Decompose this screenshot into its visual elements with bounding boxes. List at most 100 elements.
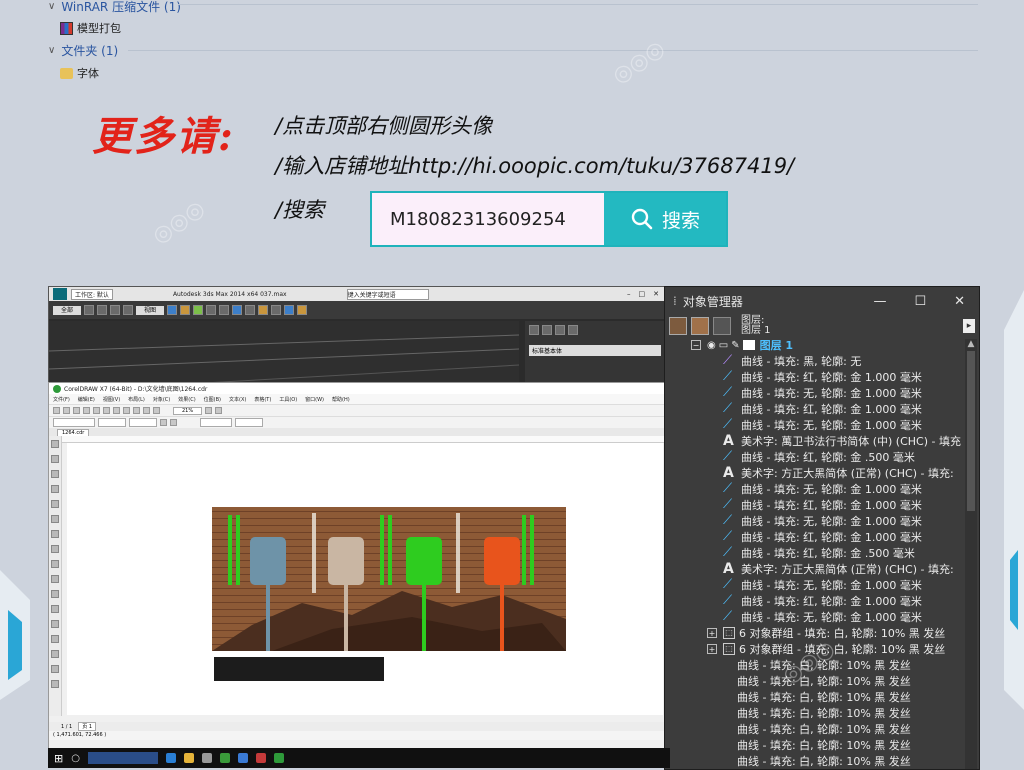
edit-across-layers-icon[interactable] (691, 317, 709, 335)
object-row[interactable]: ⟋ 曲线 - 填充: 黑, 轮廓: 无 (665, 353, 963, 369)
transparency-tool-icon[interactable] (51, 635, 59, 643)
start-icon[interactable]: ⊞ (54, 752, 63, 765)
file-explorer-icon[interactable] (183, 753, 194, 763)
layer-row[interactable]: − ◉ ▭ ✎ 图层 1 (665, 337, 963, 353)
shape-tool-icon[interactable] (51, 455, 59, 463)
menu-item[interactable]: 窗口(W) (305, 396, 324, 403)
save-icon[interactable] (73, 407, 80, 414)
rotate-tool-icon[interactable] (110, 305, 121, 315)
angle-snap-icon[interactable] (180, 305, 191, 315)
explorer-group-folder[interactable]: ∨ 文件夹 (1) (48, 42, 978, 59)
object-row[interactable]: ⟋ 曲线 - 填充: 红, 轮廓: 金 1.000 毫米 (665, 529, 963, 545)
taskbar-active-app[interactable] (87, 752, 158, 764)
object-row[interactable]: + ⬚ 6 对象群组 - 填充: 白, 轮廓: 10% 黑 发丝 (665, 641, 963, 657)
artistic-media-icon[interactable] (51, 515, 59, 523)
text-block-preview[interactable] (214, 657, 384, 681)
curve-editor-icon[interactable] (245, 305, 256, 315)
object-row[interactable]: ⟋ 曲线 - 填充: 红, 轮廓: 金 1.000 毫米 (665, 593, 963, 609)
connector-tool-icon[interactable] (51, 605, 59, 613)
drop-shadow-icon[interactable] (51, 620, 59, 628)
coreldraw-taskbar-icon[interactable] (273, 753, 284, 763)
object-row[interactable]: 曲线 - 填充: 白, 轮廓: 10% 黑 发丝 (665, 737, 963, 753)
object-row[interactable]: 曲线 - 填充: 白, 轮廓: 10% 黑 发丝 (665, 721, 963, 737)
store-icon[interactable] (201, 753, 212, 763)
object-row[interactable]: ⟋ 曲线 - 填充: 红, 轮廓: 金 .500 毫米 (665, 545, 963, 561)
object-row[interactable]: ⟋ 曲线 - 填充: 红, 轮廓: 金 1.000 毫米 (665, 369, 963, 385)
polygon-tool-icon[interactable] (51, 560, 59, 568)
menu-item[interactable]: 位图(B) (204, 396, 221, 403)
redo-icon[interactable] (133, 407, 140, 414)
zoom-level-dropdown[interactable]: 21% (173, 406, 203, 415)
menu-item[interactable]: 帮助(H) (332, 396, 350, 403)
minimize-icon[interactable]: — (873, 294, 886, 309)
align-tool-icon[interactable] (219, 305, 230, 315)
paste-icon[interactable] (113, 407, 120, 414)
render-icon[interactable] (297, 305, 308, 315)
copy-icon[interactable] (103, 407, 110, 414)
render-frame-icon[interactable] (284, 305, 295, 315)
object-row[interactable]: ⟋ 曲线 - 填充: 无, 轮廓: 金 1.000 毫米 (665, 385, 963, 401)
close-icon[interactable]: ✕ (954, 294, 965, 309)
search-icon[interactable]: ○ (71, 753, 80, 764)
menu-item[interactable]: 编辑(E) (78, 396, 95, 403)
crop-tool-icon[interactable] (51, 470, 59, 478)
select-tool-icon[interactable] (84, 305, 95, 315)
drawing-canvas[interactable] (67, 443, 663, 715)
menu-item[interactable]: 工具(O) (279, 396, 297, 403)
app-icon[interactable] (255, 753, 266, 763)
culture-wall-design[interactable] (212, 507, 566, 651)
maximize-icon[interactable]: ☐ (914, 294, 926, 309)
new-icon[interactable] (53, 407, 60, 414)
scale-tool-icon[interactable] (123, 305, 134, 315)
options-icon[interactable] (215, 407, 223, 414)
workspace-dropdown[interactable]: 工作区: 默认 (71, 288, 113, 300)
hierarchy-tab-icon[interactable] (555, 325, 565, 335)
object-row[interactable]: ⟋ 曲线 - 填充: 无, 轮廓: 金 1.000 毫米 (665, 577, 963, 593)
pick-tool-icon[interactable] (51, 440, 59, 448)
explorer-group-winrar[interactable]: ∨ WinRAR 压缩文件 (1) (48, 0, 978, 15)
object-row[interactable]: 曲线 - 填充: 白, 轮廓: 10% 黑 发丝 (665, 673, 963, 689)
ellipse-tool-icon[interactable] (51, 545, 59, 553)
expand-icon[interactable]: + (707, 644, 717, 654)
scrollbar-thumb[interactable] (967, 351, 975, 511)
page-height-field[interactable] (129, 418, 157, 427)
scroll-up-icon[interactable]: ▲ (965, 339, 977, 349)
folder-item[interactable]: 字体 (60, 65, 99, 81)
page-width-field[interactable] (98, 418, 126, 427)
lock-edit-icon[interactable]: ✎ (731, 340, 739, 351)
panel-menu-arrow-icon[interactable]: ▸ (963, 319, 975, 333)
close-icon[interactable]: ✕ (653, 290, 659, 298)
minimize-icon[interactable]: – (627, 290, 631, 298)
object-row[interactable]: ⟋ 曲线 - 填充: 无, 轮廓: 金 1.000 毫米 (665, 417, 963, 433)
object-row[interactable]: ⟋ 曲线 - 填充: 红, 轮廓: 金 1.000 毫米 (665, 401, 963, 417)
units-dropdown[interactable] (200, 418, 232, 427)
landscape-icon[interactable] (170, 419, 177, 426)
search-button[interactable]: 搜索 (604, 193, 726, 245)
layer-manager-view-icon[interactable] (713, 317, 731, 335)
eyedropper-tool-icon[interactable] (51, 650, 59, 658)
object-row[interactable]: ⟋ 曲线 - 填充: 红, 轮廓: 金 1.000 毫米 (665, 497, 963, 513)
object-row[interactable]: ⟋ 曲线 - 填充: 无, 轮廓: 金 1.000 毫米 (665, 513, 963, 529)
object-row[interactable]: 曲线 - 填充: 白, 轮廓: 10% 黑 发丝 (665, 689, 963, 705)
menu-item[interactable]: 文本(X) (229, 396, 246, 403)
snap-to-icon[interactable] (205, 407, 213, 414)
material-editor-icon[interactable] (258, 305, 269, 315)
show-properties-icon[interactable] (669, 317, 687, 335)
export-icon[interactable] (153, 407, 160, 414)
page-tab[interactable]: 页 1 (78, 722, 97, 731)
object-row[interactable]: + ⬚ 6 对象群组 - 填充: 白, 轮廓: 10% 黑 发丝 (665, 625, 963, 641)
qq-icon[interactable] (237, 753, 248, 763)
printer-icon[interactable]: ▭ (719, 340, 728, 351)
text-tool-icon[interactable] (51, 575, 59, 583)
object-row[interactable]: A 美术字: 方正大黑简体 (正常) (CHC) - 填充: (665, 465, 963, 481)
interactive-fill-icon[interactable] (51, 665, 59, 673)
mirror-tool-icon[interactable] (206, 305, 217, 315)
search-input[interactable]: M18082313609254 (372, 193, 604, 245)
object-row[interactable]: ⟋ 曲线 - 填充: 红, 轮廓: 金 .500 毫米 (665, 449, 963, 465)
expand-icon[interactable]: + (707, 628, 717, 638)
wechat-icon[interactable] (219, 753, 230, 763)
edge-icon[interactable] (165, 753, 176, 763)
undo-icon[interactable] (123, 407, 130, 414)
object-row[interactable]: A 美术字: 萬卫书法行书简体 (中) (CHC) - 填充 (665, 433, 963, 449)
nudge-field[interactable] (235, 418, 263, 427)
